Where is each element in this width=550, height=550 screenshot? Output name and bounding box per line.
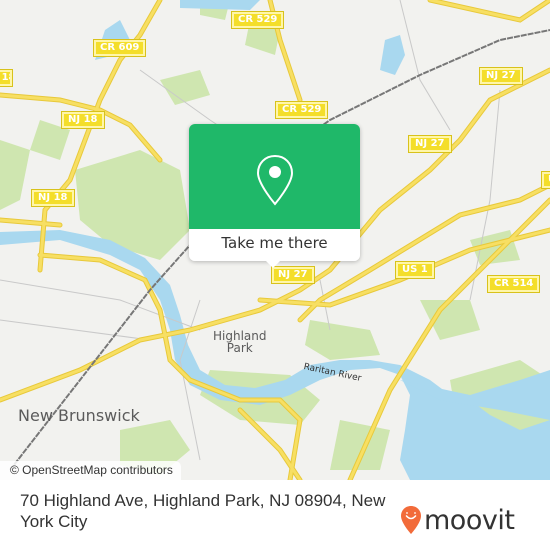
road-shield-nj18: NJ 18 bbox=[31, 189, 75, 207]
moovit-pin-icon bbox=[401, 506, 421, 534]
road-shield-cr529: CR 529 bbox=[274, 101, 329, 119]
footer: 70 Highland Ave, Highland Park, NJ 08904… bbox=[0, 480, 550, 550]
map[interactable]: CR 529 CR 609 NJ 18 NJ 18 NJ 18 CR 529 N… bbox=[0, 0, 550, 480]
location-popup: Take me there bbox=[189, 124, 360, 268]
address-text: 70 Highland Ave, Highland Park, NJ 08904… bbox=[20, 491, 386, 531]
road-shield-nj18: NJ 18 bbox=[0, 69, 13, 87]
road-shield-us1: US 1 bbox=[541, 171, 550, 189]
map-attribution[interactable]: © OpenStreetMap contributors bbox=[0, 461, 181, 480]
road-shield-cr529: CR 529 bbox=[230, 11, 285, 29]
road-shield-us1: US 1 bbox=[395, 261, 435, 279]
popup-header bbox=[189, 124, 360, 229]
road-shield-nj18: NJ 18 bbox=[61, 111, 105, 129]
popup-pointer bbox=[265, 260, 281, 268]
take-me-there-button[interactable]: Take me there bbox=[189, 229, 360, 261]
place-label-new-brunswick: New Brunswick bbox=[18, 406, 140, 425]
road-shield-nj27: NJ 27 bbox=[271, 266, 315, 284]
place-label-highland-park: Highland Park bbox=[213, 329, 267, 355]
road-shield-nj27: NJ 27 bbox=[479, 67, 523, 85]
road-shield-nj27: NJ 27 bbox=[408, 135, 452, 153]
moovit-wordmark: moovit bbox=[424, 504, 515, 536]
road-shield-cr514: CR 514 bbox=[486, 275, 541, 293]
map-pin-icon bbox=[256, 154, 294, 206]
road-shield-cr609: CR 609 bbox=[92, 39, 147, 57]
moovit-logo[interactable]: moovit bbox=[400, 500, 515, 540]
